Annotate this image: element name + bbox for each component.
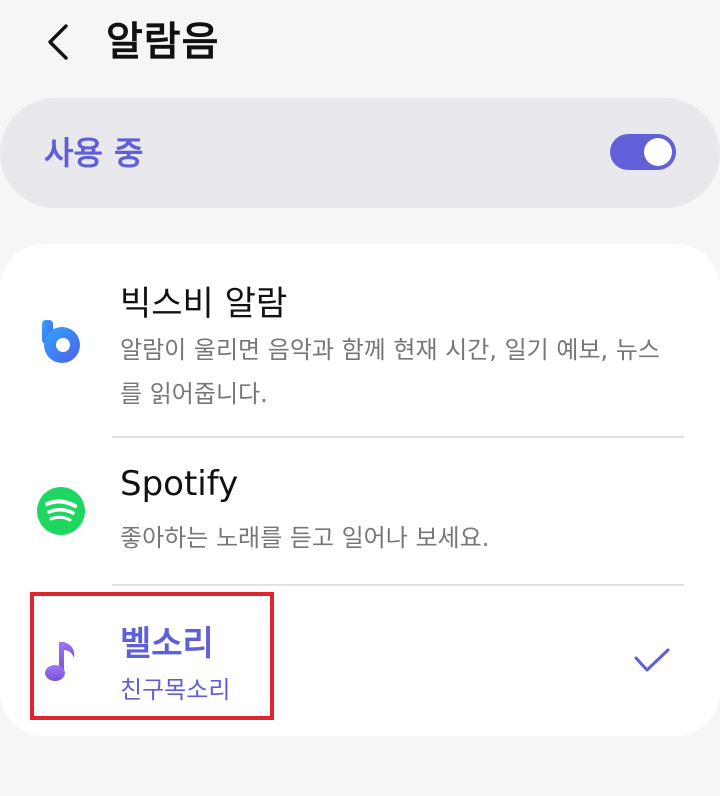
page-title: 알람음 bbox=[106, 19, 220, 65]
header: 알람음 bbox=[0, 0, 720, 90]
option-ringtone[interactable]: 벨소리 친구목소리 bbox=[0, 586, 720, 736]
checkmark-icon bbox=[634, 648, 670, 672]
bixby-icon bbox=[42, 320, 80, 363]
spotify-desc: 좋아하는 노래를 듣고 일어나 보세요. bbox=[120, 524, 490, 552]
option-bixby-alarm[interactable]: 빅스비 알람 알람이 울리면 음악과 함께 현재 시간, 일기 예보, 뉴스를 … bbox=[0, 244, 720, 436]
back-button[interactable] bbox=[30, 14, 86, 70]
in-use-label: 사용 중 bbox=[44, 134, 144, 172]
ringtone-subtitle: 친구목소리 bbox=[120, 676, 231, 704]
bixby-alarm-desc: 알람이 울리면 음악과 함께 현재 시간, 일기 예보, 뉴스를 읽어줍니다. bbox=[120, 336, 660, 408]
toggle-knob bbox=[644, 138, 672, 166]
spotify-title: Spotify bbox=[120, 464, 239, 504]
ringtone-title: 벨소리 bbox=[120, 624, 214, 664]
alarm-sound-screen: 알람음 사용 중 빅스비 알람 알람이 울리면 음악과 함께 현재 시간, 일기 bbox=[0, 0, 720, 796]
music-note-icon bbox=[45, 642, 75, 681]
sound-options-card: 빅스비 알람 알람이 울리면 음악과 함께 현재 시간, 일기 예보, 뉴스를 … bbox=[0, 244, 720, 736]
in-use-toggle[interactable] bbox=[610, 134, 676, 170]
spotify-icon bbox=[37, 487, 85, 535]
in-use-switch-row[interactable]: 사용 중 bbox=[0, 98, 720, 208]
bixby-alarm-title: 빅스비 알람 bbox=[120, 284, 288, 324]
chevron-left-icon bbox=[48, 24, 68, 60]
option-spotify[interactable]: Spotify 좋아하는 노래를 듣고 일어나 보세요. bbox=[0, 438, 720, 584]
